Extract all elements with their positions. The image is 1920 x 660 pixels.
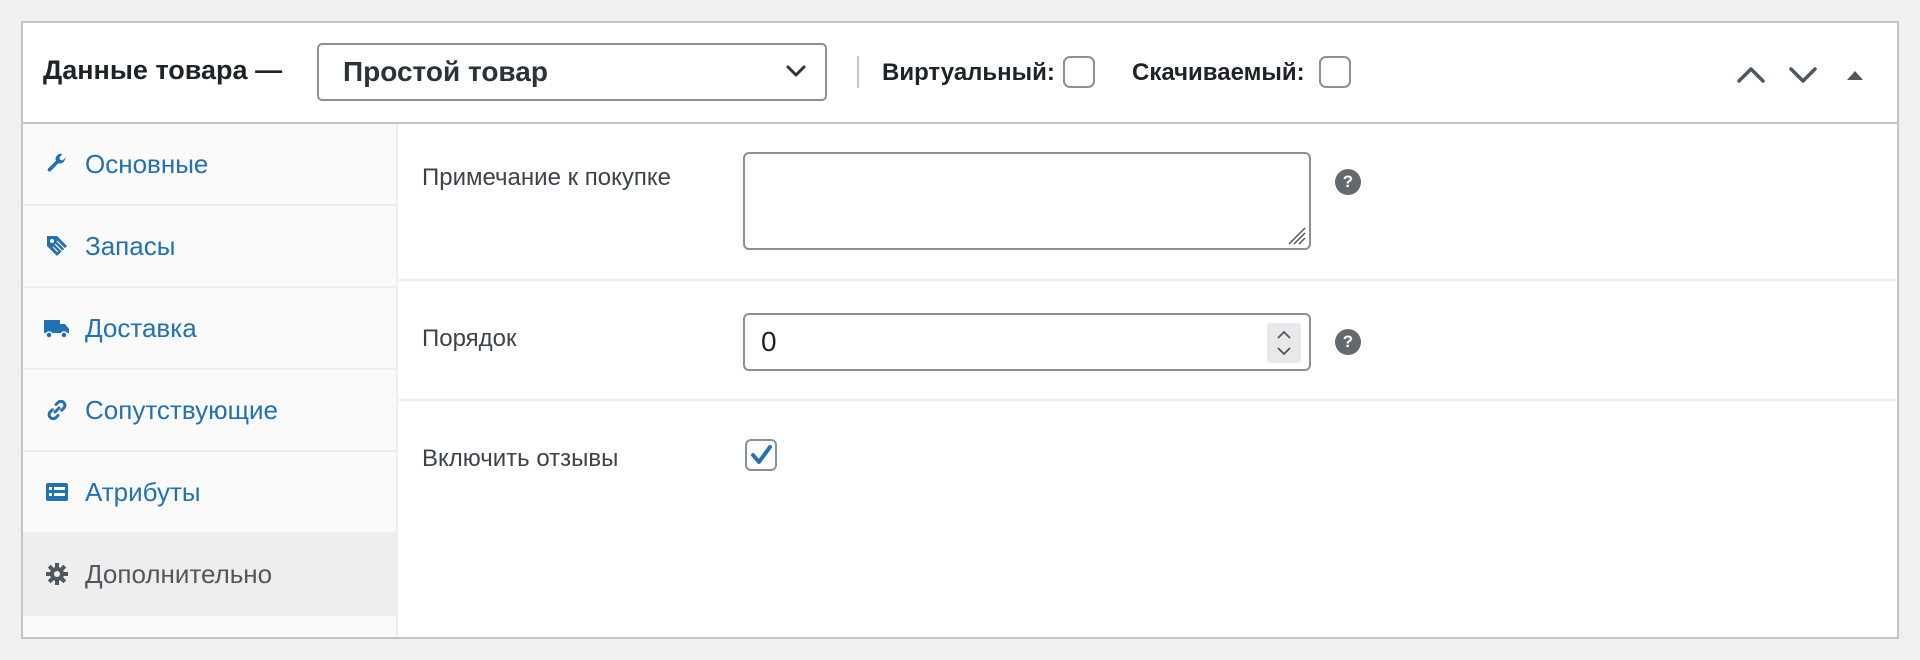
purchase-note-row: Примечание к покупке ? xyxy=(398,124,1897,281)
product-data-panel: Данные товара — Простой товар Виртуальны… xyxy=(21,21,1899,639)
link-icon xyxy=(43,396,71,424)
virtual-checkbox[interactable] xyxy=(1063,56,1095,88)
wrench-icon xyxy=(43,150,71,178)
advanced-options-panel: Примечание к покупке ? Порядок 0 ? Включ… xyxy=(398,124,1897,637)
downloadable-checkbox[interactable] xyxy=(1319,56,1351,88)
tab-inventory[interactable]: Запасы xyxy=(23,206,396,288)
tab-label: Сопутствующие xyxy=(85,394,278,425)
help-icon[interactable]: ? xyxy=(1335,329,1361,355)
menu-order-label: Порядок xyxy=(422,325,517,352)
number-spinner[interactable] xyxy=(1267,323,1301,363)
purchase-note-textarea[interactable] xyxy=(743,152,1311,250)
tab-label: Основные xyxy=(85,148,209,179)
tab-linked-products[interactable]: Сопутствующие xyxy=(23,370,396,452)
spinner-arrows-icon xyxy=(1277,330,1291,356)
resize-handle-icon[interactable] xyxy=(1283,222,1307,246)
tab-shipping[interactable]: Доставка xyxy=(23,288,396,370)
virtual-label: Виртуальный: xyxy=(882,59,1055,86)
product-data-tabs: Основные Запасы Доставка Сопутствующие А… xyxy=(23,124,398,637)
tab-advanced[interactable]: Дополнительно xyxy=(23,534,396,616)
menu-order-row: Порядок 0 ? xyxy=(398,281,1897,401)
tab-general[interactable]: Основные xyxy=(23,124,396,206)
tag-icon xyxy=(43,232,71,260)
move-down-icon[interactable] xyxy=(1785,63,1821,87)
product-type-value: Простой товар xyxy=(343,56,548,87)
enable-reviews-checkbox[interactable] xyxy=(745,439,777,471)
purchase-note-label: Примечание к покупке xyxy=(422,164,671,191)
list-icon xyxy=(43,478,71,506)
help-icon[interactable]: ? xyxy=(1335,169,1361,195)
tab-label: Дополнительно xyxy=(85,558,273,589)
tab-label: Запасы xyxy=(85,230,176,261)
tab-label: Доставка xyxy=(85,312,197,343)
product-type-select[interactable]: Простой товар xyxy=(317,43,827,101)
downloadable-label: Скачиваемый: xyxy=(1132,59,1305,86)
tab-label: Атрибуты xyxy=(85,476,201,507)
chevron-down-icon xyxy=(786,65,806,77)
move-up-icon[interactable] xyxy=(1733,63,1769,87)
collapse-toggle-icon[interactable] xyxy=(1837,63,1873,87)
menu-order-value: 0 xyxy=(761,326,777,357)
panel-header: Данные товара — Простой товар Виртуальны… xyxy=(23,23,1897,124)
gear-icon xyxy=(43,560,71,588)
header-separator xyxy=(857,56,859,88)
panel-title: Данные товара — xyxy=(43,55,283,85)
tab-attributes[interactable]: Атрибуты xyxy=(23,452,396,534)
enable-reviews-row: Включить отзывы xyxy=(398,401,1897,511)
checkmark-icon xyxy=(751,445,772,464)
enable-reviews-label: Включить отзывы xyxy=(422,445,619,472)
truck-icon xyxy=(43,314,71,342)
menu-order-input[interactable]: 0 xyxy=(743,313,1311,371)
